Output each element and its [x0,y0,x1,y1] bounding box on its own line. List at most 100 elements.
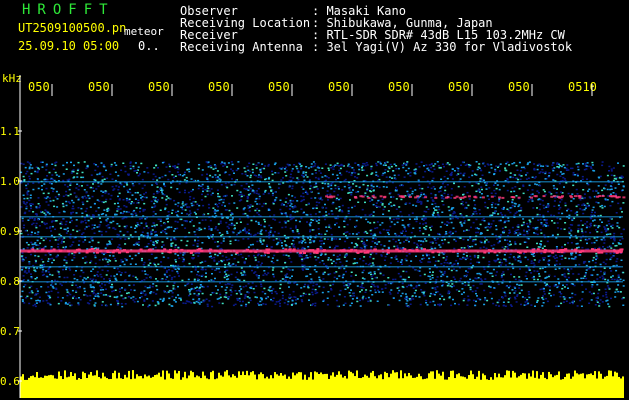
noise-pixel [318,285,321,288]
noise-pixel [201,183,204,186]
noise-pixel [390,196,392,198]
noise-pixel [492,247,495,250]
noise-pixel [493,189,496,192]
noise-pixel [294,211,297,213]
noise-pixel [392,170,395,172]
noise-pixel [157,301,160,304]
noise-pixel [599,263,602,266]
noise-pixel [141,187,144,190]
noise-pixel [367,221,370,223]
noise-pixel [491,275,494,277]
noise-pixel [531,189,534,191]
noise-pixel [523,241,526,243]
noise-pixel [319,240,321,242]
noise-pixel [161,252,164,255]
noise-pixel [165,218,168,220]
noise-pixel [288,286,290,288]
noise-pixel [69,245,72,248]
noise-pixel [421,258,424,260]
noise-pixel [561,287,564,290]
noise-pixel [303,285,306,288]
noise-pixel [429,226,432,229]
noise-pixel [612,192,615,194]
noise-pixel [504,214,507,217]
noise-pixel [207,187,210,190]
noise-pixel [112,290,115,292]
noise-pixel [440,186,443,188]
noise-pixel [396,221,399,224]
noise-pixel [413,292,416,294]
noise-pixel [446,184,449,186]
noise-pixel [597,192,600,194]
noise-pixel [543,290,546,293]
noise-pixel [542,165,545,167]
noise-pixel [277,232,280,235]
noise-pixel [388,176,391,178]
noise-pixel [274,172,277,174]
noise-pixel [272,275,275,278]
noise-pixel [132,275,135,277]
noise-pixel [152,193,155,195]
noise-pixel [615,288,618,291]
noise-pixel [463,298,466,300]
noise-pixel [599,276,602,279]
noise-pixel [23,271,26,273]
noise-pixel [62,241,65,243]
noise-pixel [82,271,85,274]
noise-pixel [328,224,331,226]
noise-pixel [295,225,297,227]
noise-pixel [370,187,373,190]
noise-pixel [114,289,117,291]
noise-pixel [185,244,188,247]
noise-pixel [463,230,466,232]
noise-pixel [449,262,452,264]
noise-pixel [369,222,372,224]
noise-pixel [281,297,284,300]
noise-pixel [98,217,101,219]
noise-pixel [314,176,317,179]
noise-pixel [610,247,613,249]
noise-pixel [37,203,40,205]
noise-pixel [182,302,185,304]
noise-pixel [418,166,421,168]
noise-pixel [262,202,265,205]
noise-pixel [318,201,321,204]
noise-pixel [220,242,223,244]
noise-pixel [246,165,249,168]
noise-pixel [447,292,450,294]
noise-pixel [487,164,490,166]
noise-pixel [372,284,375,286]
noise-pixel [526,189,529,191]
noise-pixel [188,301,191,303]
noise-pixel [451,178,454,180]
noise-pixel [24,212,27,215]
noise-pixel [137,252,140,255]
noise-pixel [301,240,304,242]
noise-pixel [193,292,196,295]
noise-pixel [170,239,173,241]
noise-pixel [621,211,623,213]
noise-pixel [350,295,353,297]
noise-pixel [424,282,427,284]
noise-pixel [391,177,393,179]
noise-pixel [607,220,610,222]
noise-pixel [236,233,238,236]
noise-pixel [64,184,67,186]
noise-pixel [551,234,554,236]
noise-pixel [318,211,321,213]
noise-pixel [300,186,303,188]
noise-pixel [65,232,68,234]
noise-pixel [192,201,195,203]
noise-pixel [186,240,189,242]
noise-pixel [105,274,108,276]
noise-pixel [106,209,109,212]
noise-pixel [514,258,517,261]
noise-pixel [296,210,299,213]
noise-pixel [62,195,65,197]
noise-pixel [184,227,187,229]
noise-pixel [482,179,485,181]
noise-pixel [472,213,475,215]
noise-pixel [240,304,243,307]
noise-pixel [531,193,534,195]
noise-pixel [410,260,413,262]
